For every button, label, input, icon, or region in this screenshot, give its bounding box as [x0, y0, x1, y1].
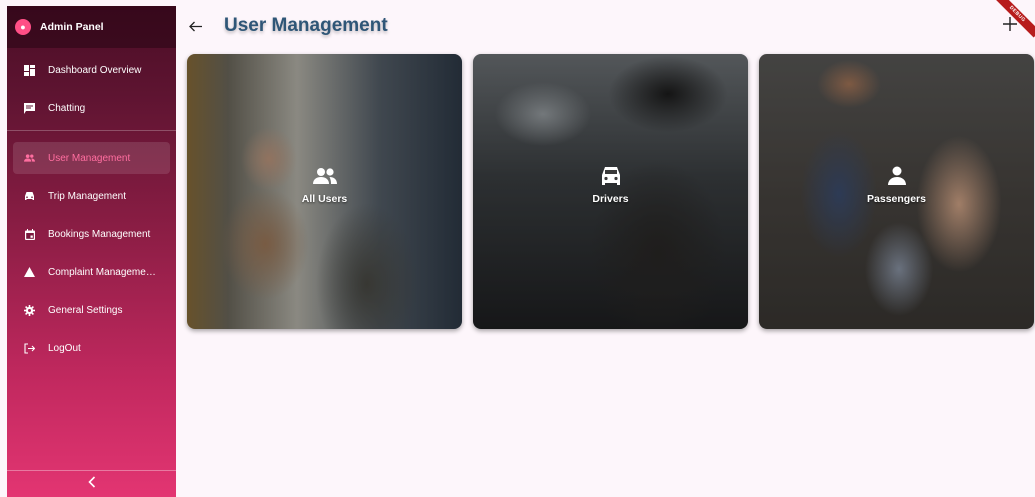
calendar-icon [24, 228, 35, 240]
collapse-sidebar-button[interactable] [7, 470, 176, 497]
back-button[interactable] [188, 19, 202, 33]
sidebar-item-chatting[interactable]: Chatting [7, 92, 176, 124]
gear-icon [24, 304, 35, 316]
sidebar-item-user-management[interactable]: User Management [13, 142, 170, 174]
sidebar-divider [7, 130, 176, 131]
brand-logo-icon: ● [15, 19, 31, 35]
card-passengers[interactable]: Passengers [759, 54, 1034, 329]
sidebar-item-label: Bookings Management [48, 228, 151, 240]
page-header: User Management [176, 6, 1035, 46]
sidebar-item-label: Trip Management [48, 190, 126, 202]
person-icon [885, 164, 909, 188]
brand-header: ● Admin Panel [7, 6, 176, 48]
card-content: Passengers [759, 164, 1034, 205]
sidebar-item-complaint-management[interactable]: Complaint Manageme… [7, 256, 176, 288]
sidebar-item-label: Complaint Manageme… [48, 266, 156, 278]
sidebar-item-bookings-management[interactable]: Bookings Management [7, 218, 176, 250]
card-all-users[interactable]: All Users [187, 54, 462, 329]
sidebar-item-general-settings[interactable]: General Settings [7, 294, 176, 326]
debug-banner-container: DEBUG [995, 0, 1035, 40]
sidebar-nav-main: User Management Trip Management Bookings… [7, 142, 176, 364]
card-label: All Users [301, 193, 348, 205]
app-root: ● Admin Panel Dashboard Overview Chattin… [0, 0, 1035, 497]
dashboard-icon [24, 64, 35, 76]
page-title: User Management [224, 15, 388, 36]
card-drivers[interactable]: Drivers [473, 54, 748, 329]
car-icon [24, 191, 35, 202]
sidebar: ● Admin Panel Dashboard Overview Chattin… [7, 6, 176, 497]
sidebar-item-label: General Settings [48, 304, 123, 316]
logout-icon [24, 342, 35, 354]
user-category-cards: All Users Drivers Passengers [187, 54, 1034, 329]
car-icon [599, 164, 623, 188]
card-label: Passengers [867, 193, 926, 205]
arrow-left-icon [188, 21, 202, 31]
people-icon [24, 153, 35, 164]
sidebar-item-dashboard-overview[interactable]: Dashboard Overview [7, 54, 176, 86]
sidebar-item-label: Dashboard Overview [48, 64, 142, 76]
brand-title: Admin Panel [40, 21, 104, 33]
sidebar-item-label: LogOut [48, 342, 81, 354]
warning-icon [24, 267, 35, 278]
sidebar-item-label: Chatting [48, 102, 86, 114]
sidebar-item-trip-management[interactable]: Trip Management [7, 180, 176, 212]
chevron-left-icon [87, 475, 96, 493]
card-content: All Users [187, 164, 462, 205]
sidebar-nav: Dashboard Overview Chatting [7, 54, 176, 124]
card-content: Drivers [473, 164, 748, 205]
people-icon [312, 164, 337, 188]
sidebar-item-label: User Management [48, 152, 131, 164]
sidebar-item-logout[interactable]: LogOut [7, 332, 176, 364]
card-label: Drivers [592, 193, 629, 205]
debug-banner: DEBUG [995, 0, 1035, 38]
chat-icon [24, 102, 35, 114]
